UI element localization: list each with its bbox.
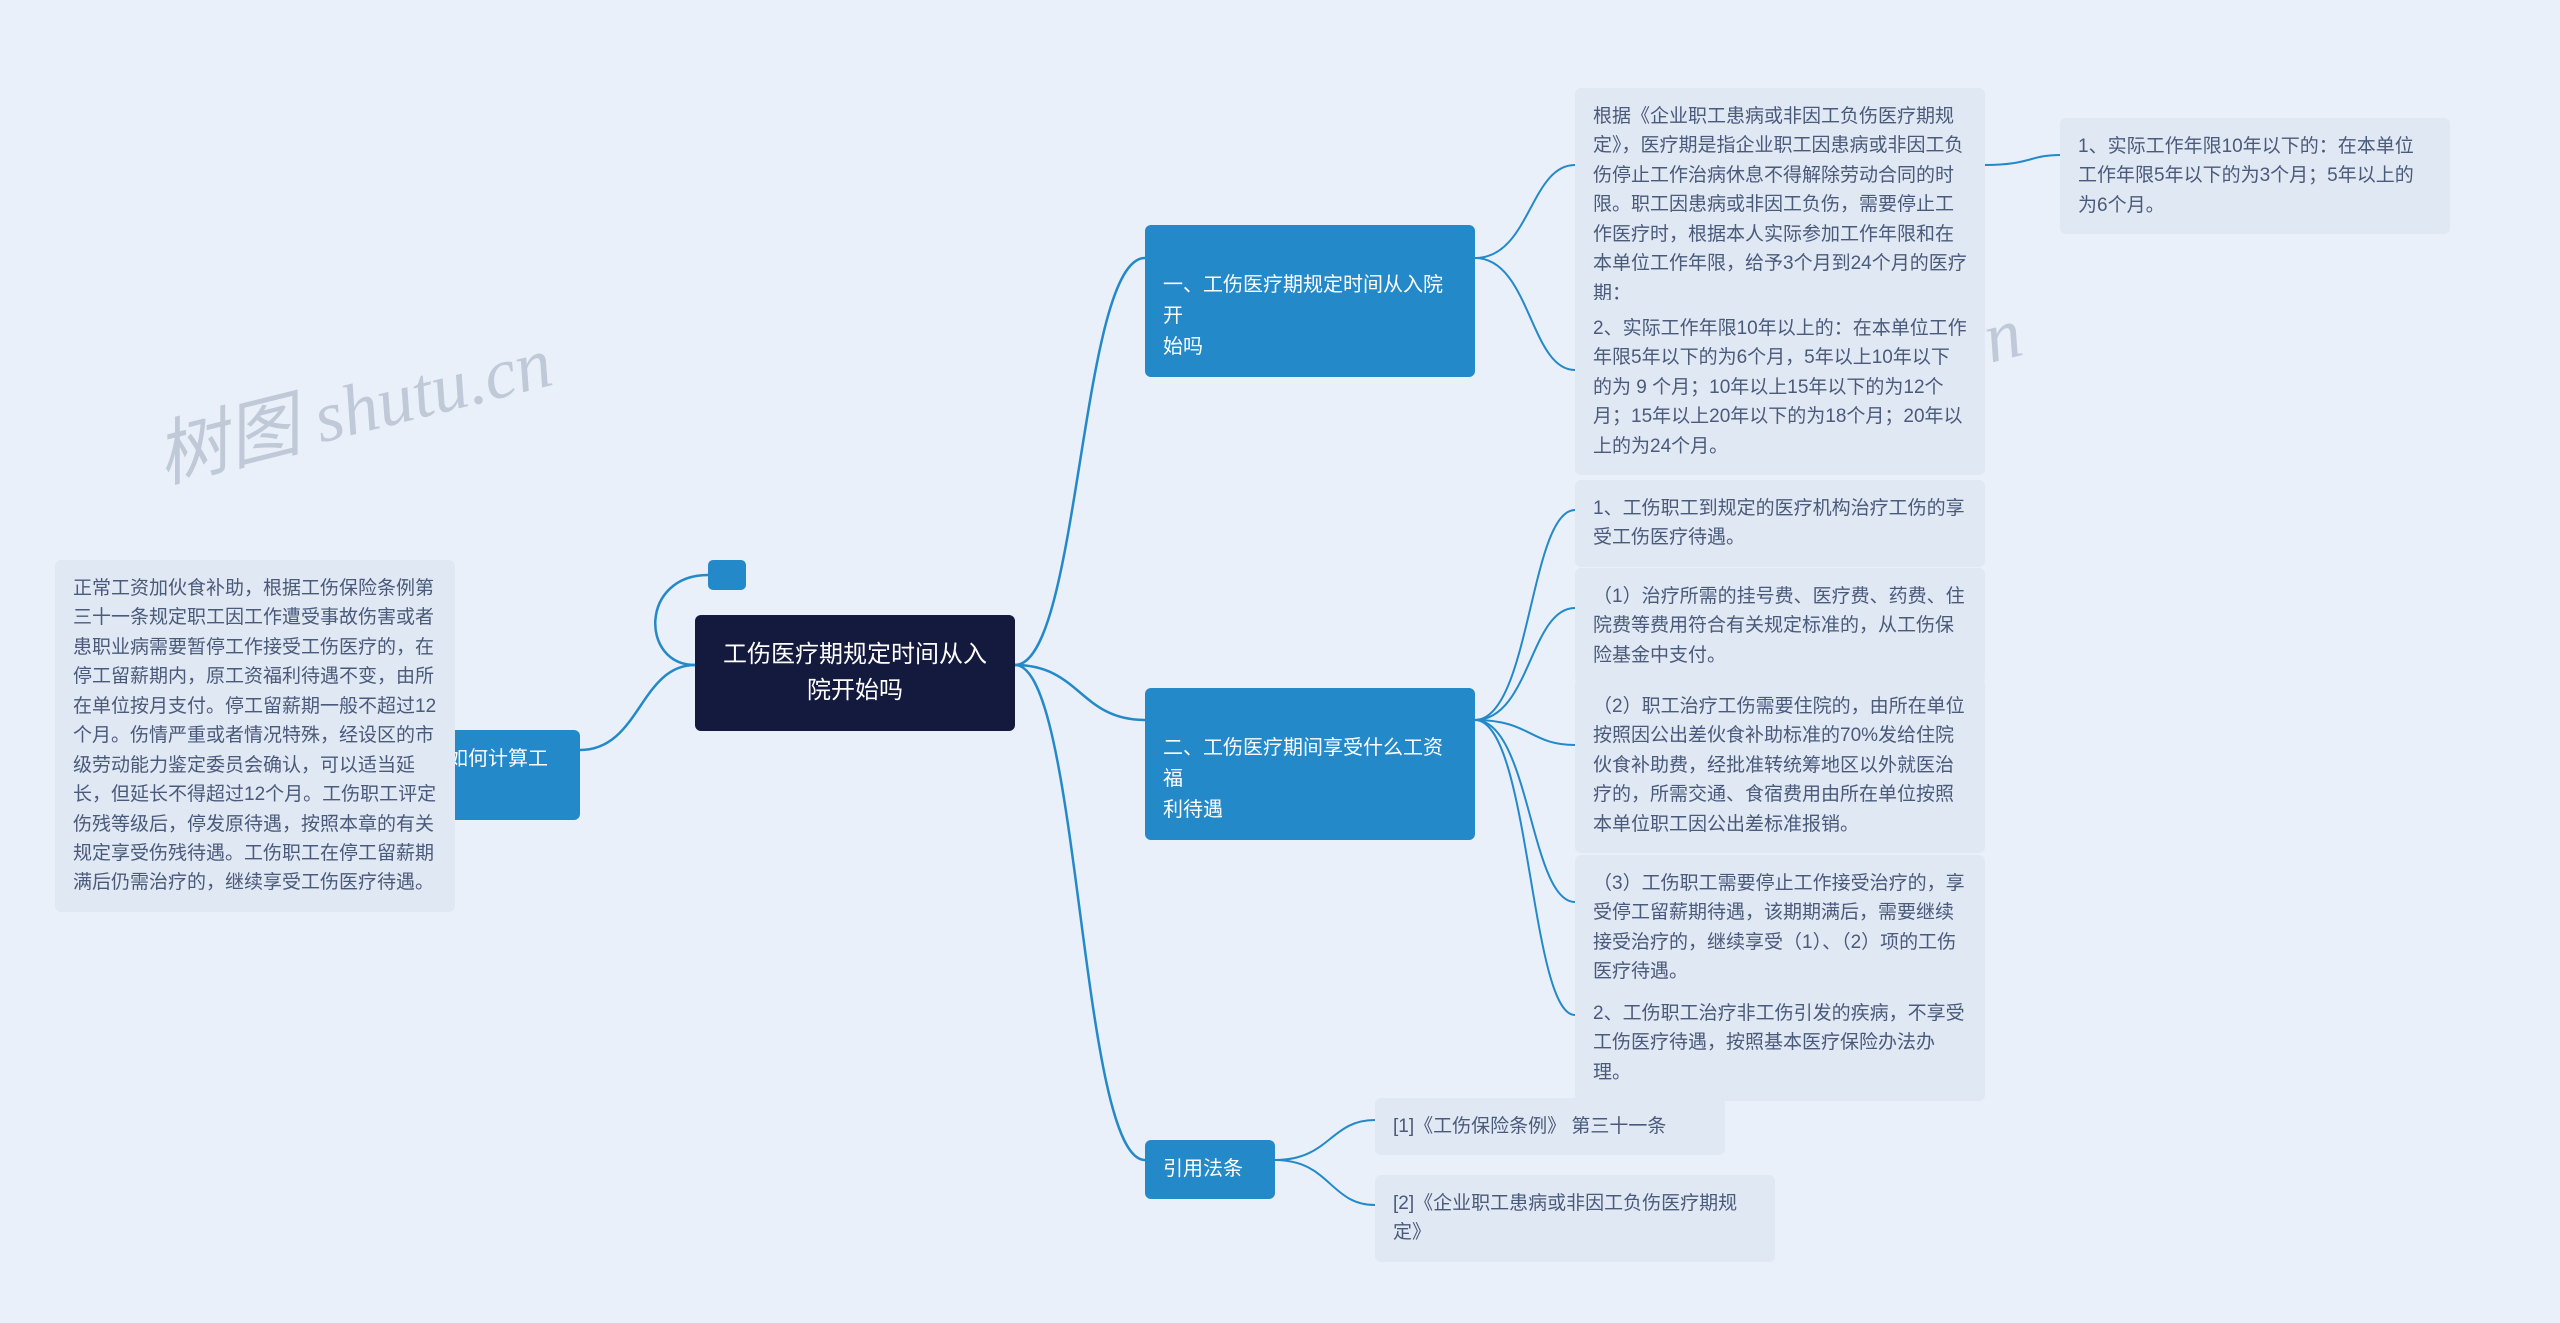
- branch-2-leaf-1-text: 1、工伤职工到规定的医疗机构治疗工伤的享受工伤医疗待遇。: [1593, 498, 1965, 548]
- branch-1-leaf-1-1-text: 1、实际工作年限10年以下的：在本单位工作年限5年以下的为3个月；5年以上的为6…: [2078, 136, 2414, 216]
- branch-1-leaf-1-1: 1、实际工作年限10年以下的：在本单位工作年限5年以下的为3个月；5年以上的为6…: [2060, 118, 2450, 234]
- branch-4-leaf-2: [2]《企业职工患病或非因工负伤医疗期规定》: [1375, 1175, 1775, 1262]
- branch-1-leaf-2: 2、实际工作年限10年以上的：在本单位工作年限5年以下的为6个月，5年以上10年…: [1575, 300, 1985, 475]
- branch-3-leaf-1: 正常工资加伙食补助，根据工伤保险条例第三十一条规定职工因工作遭受事故伤害或者患职…: [55, 560, 455, 912]
- branch-2-leaf-4-text: （3）工伤职工需要停止工作接受治疗的，享受停工留薪期待遇，该期期满后，需要继续接…: [1593, 873, 1965, 982]
- branch-1-title: 一、工伤医疗期规定时间从入院开 始吗: [1163, 274, 1443, 358]
- branch-2-leaf-2-text: （1）治疗所需的挂号费、医疗费、药费、住院费等费用符合有关规定标准的，从工伤保险…: [1593, 586, 1965, 666]
- branch-2-leaf-4: （3）工伤职工需要停止工作接受治疗的，享受停工留薪期待遇，该期期满后，需要继续接…: [1575, 855, 1985, 1001]
- branch-2-leaf-2: （1）治疗所需的挂号费、医疗费、药费、住院费等费用符合有关规定标准的，从工伤保险…: [1575, 568, 1985, 684]
- stub-node[interactable]: [708, 560, 746, 590]
- branch-2-leaf-5-text: 2、工伤职工治疗非工伤引发的疾病，不享受工伤医疗待遇，按照基本医疗保险办法办理。: [1593, 1003, 1965, 1083]
- root-node[interactable]: 工伤医疗期规定时间从入 院开始吗: [695, 615, 1015, 731]
- branch-4-leaf-1: [1]《工伤保险条例》 第三十一条: [1375, 1098, 1725, 1155]
- branch-2-leaf-3-text: （2）职工治疗工伤需要住院的，由所在单位按照因公出差伙食补助标准的70%发给住院…: [1593, 696, 1965, 835]
- branch-2-title: 二、工伤医疗期间享受什么工资福 利待遇: [1163, 737, 1443, 821]
- root-title: 工伤医疗期规定时间从入 院开始吗: [723, 641, 987, 704]
- branch-2-leaf-3: （2）职工治疗工伤需要住院的，由所在单位按照因公出差伙食补助标准的70%发给住院…: [1575, 678, 1985, 853]
- branch-4-leaf-2-text: [2]《企业职工患病或非因工负伤医疗期规定》: [1393, 1193, 1737, 1243]
- branch-4-title: 引用法条: [1163, 1158, 1243, 1180]
- branch-2-leaf-1: 1、工伤职工到规定的医疗机构治疗工伤的享受工伤医疗待遇。: [1575, 480, 1985, 567]
- branch-1-leaf-1-text: 根据《企业职工患病或非因工负伤医疗期规定》，医疗期是指企业职工因患病或非因工负伤…: [1593, 106, 1967, 304]
- watermark-1: 树图 shutu.cn: [143, 303, 560, 503]
- branch-1[interactable]: 一、工伤医疗期规定时间从入院开 始吗: [1145, 225, 1475, 377]
- branch-2[interactable]: 二、工伤医疗期间享受什么工资福 利待遇: [1145, 688, 1475, 840]
- branch-4[interactable]: 引用法条: [1145, 1140, 1275, 1199]
- branch-3-leaf-1-text: 正常工资加伙食补助，根据工伤保险条例第三十一条规定职工因工作遭受事故伤害或者患职…: [73, 578, 436, 893]
- branch-4-leaf-1-text: [1]《工伤保险条例》 第三十一条: [1393, 1116, 1666, 1137]
- branch-1-leaf-2-text: 2、实际工作年限10年以上的：在本单位工作年限5年以下的为6个月，5年以上10年…: [1593, 318, 1967, 457]
- branch-2-leaf-5: 2、工伤职工治疗非工伤引发的疾病，不享受工伤医疗待遇，按照基本医疗保险办法办理。: [1575, 985, 1985, 1101]
- branch-1-leaf-1: 根据《企业职工患病或非因工负伤医疗期规定》，医疗期是指企业职工因患病或非因工负伤…: [1575, 88, 1985, 322]
